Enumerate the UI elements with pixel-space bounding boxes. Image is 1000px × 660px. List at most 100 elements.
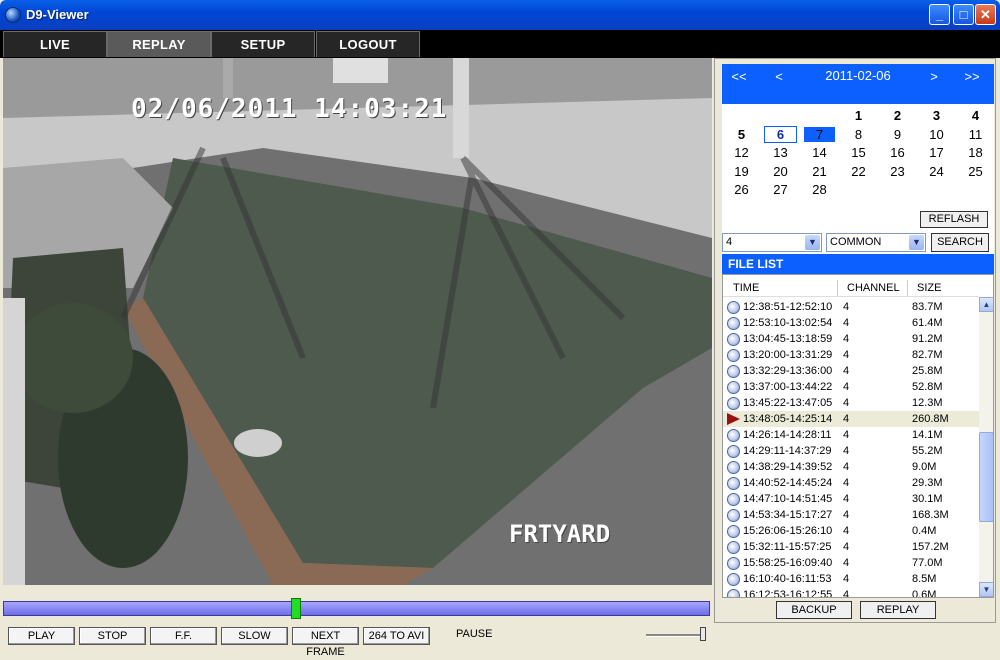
scroll-thumb[interactable] [979, 432, 993, 522]
calendar-day[interactable]: 6 [761, 125, 800, 144]
calendar-day[interactable]: 16 [878, 144, 917, 162]
calendar-day[interactable]: 15 [839, 144, 878, 162]
search-button[interactable]: SEARCH [931, 233, 989, 252]
file-size: 260.8M [912, 413, 949, 425]
clock-icon [727, 477, 740, 490]
main-menu: LIVE REPLAY SETUP LOGOUT [0, 30, 1000, 58]
play-button[interactable]: PLAY [8, 627, 75, 645]
maximize-button[interactable]: □ [953, 4, 974, 25]
calendar-day[interactable]: 5 [722, 126, 761, 144]
calendar-day[interactable]: 24 [917, 163, 956, 181]
file-list-row[interactable]: 15:32:11-15:57:25 4 157.2M [723, 539, 979, 555]
channel-select-value: 4 [726, 236, 733, 248]
calendar-day[interactable]: 12 [722, 144, 761, 162]
calendar-day[interactable]: 23 [878, 163, 917, 181]
file-list-row[interactable]: 13:48:05-14:25:14 4 260.8M [723, 411, 979, 427]
calendar-day[interactable]: 26 [722, 181, 761, 199]
clock-icon [727, 445, 740, 458]
file-time: 13:48:05-14:25:14 [743, 413, 833, 425]
calendar-day[interactable]: 28 [800, 181, 839, 199]
calendar-day[interactable]: 22 [839, 163, 878, 181]
file-list-row[interactable]: 14:53:34-15:17:27 4 168.3M [723, 507, 979, 523]
minimize-button[interactable]: _ [929, 4, 950, 25]
prev-month-button[interactable]: < [768, 69, 790, 84]
record-type-select[interactable]: COMMON ▼ [826, 233, 926, 252]
calendar-day[interactable]: 8 [839, 126, 878, 144]
file-list-row[interactable]: 15:26:06-15:26:10 4 0.4M [723, 523, 979, 539]
stop-button[interactable]: STOP [79, 627, 146, 645]
file-list-row[interactable]: 16:12:53-16:12:55 4 0.6M [723, 587, 979, 597]
slow-button[interactable]: SLOW [221, 627, 288, 645]
file-size: 25.8M [912, 365, 943, 377]
calendar-day[interactable]: 7 [800, 126, 839, 144]
file-list-row[interactable]: 13:45:22-13:47:05 4 12.3M [723, 395, 979, 411]
file-size: 82.7M [912, 349, 943, 361]
chevron-down-icon[interactable]: ▼ [805, 235, 820, 250]
file-list-row[interactable]: 14:26:14-14:28:11 4 14.1M [723, 427, 979, 443]
volume-slider[interactable] [646, 634, 706, 637]
calendar-day[interactable]: 18 [956, 144, 995, 162]
column-time[interactable]: TIME [733, 282, 759, 294]
backup-button[interactable]: BACKUP [776, 601, 852, 619]
file-list-row[interactable]: 13:04:45-13:18:59 4 91.2M [723, 331, 979, 347]
file-list-row[interactable]: 13:32:29-13:36:00 4 25.8M [723, 363, 979, 379]
calendar-day[interactable]: 4 [956, 107, 995, 125]
replay-button[interactable]: REPLAY [860, 601, 936, 619]
next-frame-button[interactable]: NEXT FRAME [292, 627, 359, 658]
tab-setup[interactable]: SETUP [211, 31, 315, 57]
file-list-row[interactable]: 14:47:10-14:51:45 4 30.1M [723, 491, 979, 507]
video-view[interactable]: 02/06/2011 14:03:21 FRTYARD [3, 58, 712, 585]
calendar-day[interactable]: 3 [917, 107, 956, 125]
calendar-day[interactable]: 1 [839, 107, 878, 125]
file-list-row[interactable]: 14:38:29-14:39:52 4 9.0M [723, 459, 979, 475]
calendar-day-label: 24 [929, 163, 944, 179]
scroll-up-icon[interactable]: ▲ [979, 297, 993, 312]
calendar-day[interactable]: 20 [761, 163, 800, 181]
next-month-button[interactable]: > [923, 69, 945, 84]
clock-icon [727, 301, 740, 314]
next-year-button[interactable]: >> [961, 69, 983, 84]
seek-thumb[interactable] [291, 598, 301, 619]
calendar-day[interactable]: 25 [956, 163, 995, 181]
file-list-row[interactable]: 14:29:11-14:37:29 4 55.2M [723, 443, 979, 459]
file-list-row[interactable]: 12:38:51-12:52:10 4 83.7M [723, 299, 979, 315]
calendar-day[interactable]: 21 [800, 163, 839, 181]
chevron-down-icon[interactable]: ▼ [909, 235, 924, 250]
scroll-down-icon[interactable]: ▼ [979, 582, 993, 597]
title-bar[interactable]: D9-Viewer _ □ ✕ [0, 0, 1000, 30]
file-list-row[interactable]: 15:58:25-16:09:40 4 77.0M [723, 555, 979, 571]
osd-camera-label: FRTYARD [509, 520, 611, 548]
calendar-day[interactable]: 9 [878, 126, 917, 144]
column-size[interactable]: SIZE [917, 282, 941, 294]
file-time: 15:32:11-15:57:25 [743, 541, 832, 553]
close-button[interactable]: ✕ [975, 4, 996, 25]
seek-bar[interactable] [3, 601, 710, 616]
calendar-day[interactable]: 13 [761, 144, 800, 162]
calendar-day[interactable]: 14 [800, 144, 839, 162]
file-list-row[interactable]: 13:37:00-13:44:22 4 52.8M [723, 379, 979, 395]
calendar-day[interactable]: 17 [917, 144, 956, 162]
column-channel[interactable]: CHANNEL [847, 282, 900, 294]
calendar-day[interactable]: 11 [956, 126, 995, 144]
file-size: 83.7M [912, 301, 943, 313]
file-list-row[interactable]: 16:10:40-16:11:53 4 8.5M [723, 571, 979, 587]
tab-replay[interactable]: REPLAY [107, 31, 211, 57]
prev-year-button[interactable]: << [728, 69, 750, 84]
calendar-day[interactable]: 27 [761, 181, 800, 199]
convert-avi-button[interactable]: 264 TO AVI [363, 627, 430, 645]
tab-live[interactable]: LIVE [3, 31, 107, 57]
volume-thumb[interactable] [700, 627, 706, 641]
calendar-day[interactable]: 19 [722, 163, 761, 181]
file-list-row[interactable]: 14:40:52-14:45:24 4 29.3M [723, 475, 979, 491]
calendar-day[interactable]: 2 [878, 107, 917, 125]
calendar-day[interactable]: 10 [917, 126, 956, 144]
reflash-button[interactable]: REFLASH [920, 211, 988, 228]
fast-forward-button[interactable]: F.F. [150, 627, 217, 645]
clock-icon [727, 349, 740, 362]
channel-select[interactable]: 4 ▼ [722, 233, 822, 252]
clock-icon [727, 525, 740, 538]
file-list-row[interactable]: 13:20:00-13:31:29 4 82.7M [723, 347, 979, 363]
file-list-row[interactable]: 12:53:10-13:02:54 4 61.4M [723, 315, 979, 331]
tab-logout[interactable]: LOGOUT [316, 31, 420, 57]
file-list-scrollbar[interactable]: ▲ ▼ [979, 297, 993, 597]
